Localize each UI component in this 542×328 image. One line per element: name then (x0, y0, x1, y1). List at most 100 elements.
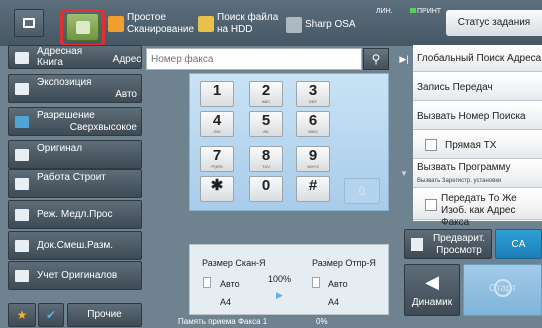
start-button[interactable]: Старт (463, 264, 542, 316)
hdd-search-button[interactable]: Поиск файла на HDD (198, 10, 288, 38)
scroll-down-arrow[interactable]: ▼ (398, 169, 410, 183)
direct-tx-button[interactable]: Прямая TX (413, 132, 542, 159)
check-icon: ✔ (45, 308, 57, 322)
sharp-osa-button[interactable]: Sharp OSA (286, 16, 362, 34)
send-size-value[interactable]: Авто (328, 279, 348, 289)
address-book-icon (15, 52, 29, 64)
speaker-icon: ◀ (425, 272, 439, 292)
scan-size-label: Размер Скан-Я (202, 258, 266, 268)
home-button[interactable] (14, 9, 44, 37)
fax-icon (76, 21, 90, 34)
ratio-arrow-icon: ▶ (276, 290, 283, 300)
send-paper-icon (312, 277, 320, 288)
resolution-icon (15, 116, 29, 128)
keypad-key[interactable]: 4 GHI (200, 111, 234, 137)
job-status-button[interactable]: Статус задания (446, 10, 542, 36)
keypad-digit: 4 (212, 112, 222, 129)
keypad-key[interactable]: ✱ (200, 176, 234, 202)
scan-size-value[interactable]: Авто (220, 279, 240, 289)
job-build-icon (15, 178, 29, 190)
keypad-key[interactable]: 8 TUV (249, 146, 283, 172)
print-led (410, 8, 416, 13)
slow-scan-button[interactable]: Реж. Медл.Прос (8, 200, 142, 229)
keypad-letters: DEF (309, 99, 317, 104)
keypad-letters: PQRS (211, 164, 223, 169)
keypad-letters: GHI (213, 129, 221, 134)
folder-icon (198, 16, 214, 32)
keypad-digit: 5 (261, 112, 271, 129)
tx-log-button[interactable]: Запись Передач (413, 74, 542, 101)
collapse-panel-button[interactable]: ▶| (395, 48, 413, 70)
clear-all-button[interactable]: CA (495, 229, 542, 259)
pause-key[interactable]: 0 (344, 178, 380, 204)
chevron-down-icon: ▼ (400, 169, 408, 178)
scan-paper-icon (203, 277, 211, 288)
line-indicator-label: ЛИН. (376, 8, 393, 15)
keypad-key[interactable]: 5 JKL (249, 111, 283, 137)
address-field[interactable] (146, 48, 362, 70)
print-indicator: ПРИНТ (410, 8, 441, 15)
keypad-digit: 0 (261, 177, 271, 194)
direct-tx-checkbox[interactable] (425, 139, 437, 151)
keypad-digit: ✱ (210, 177, 224, 194)
keypad-key[interactable]: # (296, 176, 330, 202)
scan-paper-size: A4 (220, 297, 232, 307)
home-icon (23, 18, 35, 28)
same-image-button[interactable]: Передать То Же Изоб. как Адрес Факса (413, 190, 542, 228)
send-size-label: Размер Отпр-Я (312, 258, 376, 268)
line-indicator: ЛИН. (376, 8, 393, 15)
original-button[interactable]: Оригинал (8, 140, 142, 169)
address-search-button[interactable]: ⚲ (363, 48, 389, 70)
count-originals-icon (15, 270, 29, 282)
mixed-size-icon (15, 240, 29, 252)
preview-button[interactable]: Предварит. Просмотр (404, 229, 492, 259)
simple-scan-button[interactable]: Простое Сканирование (108, 10, 194, 38)
keypad-letters: ABC (261, 99, 271, 104)
fax-memory: Память приема Факса 1 0% (178, 317, 328, 326)
keypad-digit: 8 (261, 147, 271, 164)
keypad-key[interactable]: 6 MNO (296, 111, 330, 137)
keypad-digit: # (308, 177, 318, 194)
collapse-arrow-icon: ▶| (399, 54, 409, 64)
search-icon: ⚲ (371, 52, 381, 66)
mixed-size-button[interactable]: Док.Смеш.Разм. (8, 231, 142, 260)
send-paper-size: A4 (328, 297, 340, 307)
pause-icon: 0 (358, 184, 366, 198)
keypad-key[interactable]: 9 WXYZ (296, 146, 330, 172)
fax-mode-button[interactable] (66, 13, 99, 41)
keypad-key[interactable]: 2 ABC (249, 81, 283, 107)
address-label: Адрес (112, 54, 142, 65)
fax-number-input[interactable] (147, 49, 361, 69)
original-icon (15, 149, 29, 161)
resolution-button[interactable]: Разрешение Сверхвысокое (8, 107, 142, 136)
job-build-button[interactable]: Работа Строит (8, 169, 142, 198)
keypad-key[interactable]: 1 (200, 81, 234, 107)
call-program-button[interactable]: Вызвать Программу Вызвать Зарегистр. уст… (413, 160, 542, 188)
star-icon: ★ (16, 308, 28, 322)
keypad-digit: 9 (308, 147, 318, 164)
keypad-letters: MNO (308, 129, 318, 134)
exposure-button[interactable]: Экспозиция Авто (8, 74, 142, 103)
keypad-digit: 6 (308, 112, 318, 129)
keypad-digit: 3 (308, 82, 318, 99)
count-originals-button[interactable]: Учет Оригиналов (8, 261, 142, 290)
slow-scan-icon (15, 209, 29, 221)
keypad-digit: 2 (261, 82, 271, 99)
simple-scan-icon (108, 16, 124, 32)
keypad-key[interactable]: 3 DEF (296, 81, 330, 107)
speaker-button[interactable]: ◀ Динамик (404, 264, 460, 316)
check-button[interactable]: ✔ (38, 303, 64, 327)
keypad-key[interactable]: 0 (249, 176, 283, 202)
keypad-key[interactable]: 7 PQRS (200, 146, 234, 172)
ratio-value: 100% (268, 274, 292, 284)
call-search-number-button[interactable]: Вызвать Номер Поиска (413, 103, 542, 130)
keypad-letters: JKL (262, 129, 270, 134)
same-image-checkbox[interactable] (425, 199, 437, 211)
keypad-digit: 7 (212, 147, 222, 164)
exposure-icon (15, 83, 29, 95)
keypad-letters: TUV (262, 164, 270, 169)
favorites-button[interactable]: ★ (8, 303, 36, 327)
keypad-letters: WXYZ (307, 164, 319, 169)
other-button[interactable]: Прочие (67, 303, 142, 327)
global-address-search-button[interactable]: Глобальный Поиск Адреса (413, 45, 542, 72)
